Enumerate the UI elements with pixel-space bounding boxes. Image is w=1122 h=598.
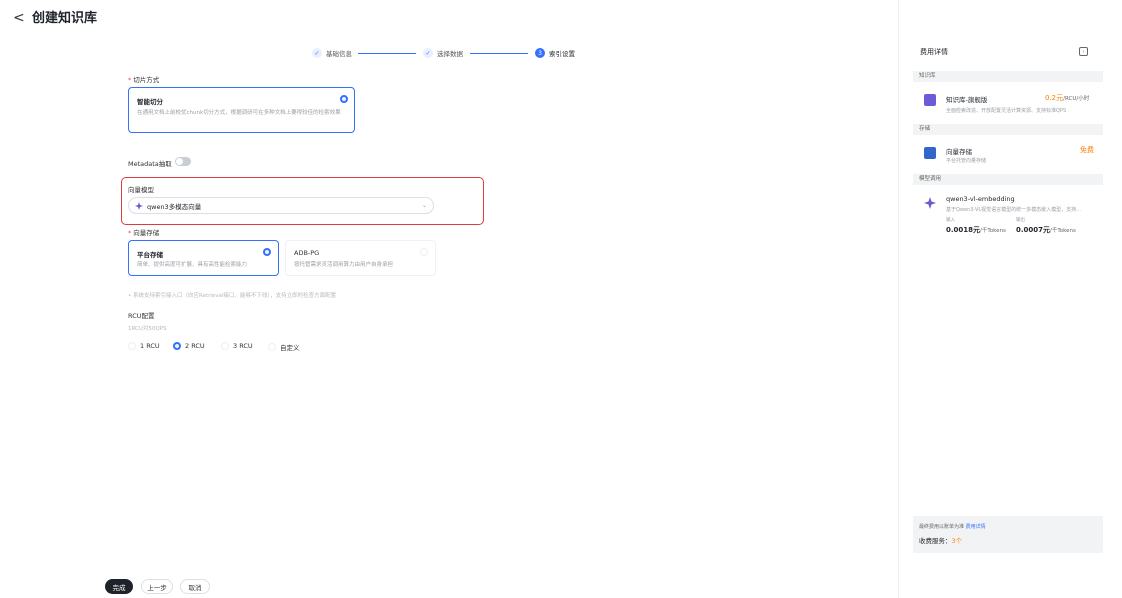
cost-details-link[interactable]: 费用详情 — [966, 524, 986, 530]
vector-store-option-desc: 按托管需求灵活调用算力由用户自身承担 — [294, 262, 394, 268]
metadata-toggle[interactable] — [175, 157, 191, 166]
step-basic-info: ✓ 基础信息 — [312, 48, 352, 58]
item-title: qwen3-vl-embedding — [946, 195, 1015, 203]
step-select-data: ✓ 选择数据 — [423, 48, 463, 58]
chevron-down-icon: ⌄ — [421, 202, 427, 209]
chunking-option-smart[interactable]: 智能切分 在通用文档上前校优chunk切分方式，根据调研可在多种文档上要得较佳的… — [128, 87, 355, 133]
radio-unselected-icon[interactable] — [221, 342, 229, 350]
vector-model-label: 向量模型 — [128, 186, 154, 194]
chunking-option-title: 智能切分 — [137, 98, 163, 106]
section-header-kb: 知识库 — [913, 71, 1103, 82]
item-desc: 平台托管向量存储 — [946, 158, 987, 164]
knowledge-base-icon — [924, 94, 936, 106]
step-label: 基础信息 — [326, 50, 352, 58]
cancel-button[interactable]: 取消 — [180, 579, 210, 594]
check-icon: ✓ — [312, 48, 322, 58]
item-title: 知识库-旗舰版 — [946, 96, 988, 104]
vector-store-option-platform[interactable]: 平台存储 简单、提供高度可扩展、具有高性能检索能力 — [128, 240, 279, 276]
price-input-label: 输入 — [946, 218, 955, 223]
metadata-label: Metadata抽取 — [128, 160, 172, 168]
model-icon — [924, 197, 936, 209]
radio-unselected-icon[interactable] — [128, 342, 136, 350]
vector-model-value: qwen3多模态向量 — [147, 202, 202, 211]
rcu-option-1[interactable]: 1 RCU — [128, 342, 160, 350]
step-number-icon: 3 — [535, 48, 545, 58]
step-label: 索引设置 — [549, 50, 575, 58]
step-connector — [470, 53, 528, 54]
item-desc: 全面检索改造、开放配置灵活计算资源、支持标准QPS — [946, 108, 1067, 114]
item-price: 0.2元/RCU/小时 — [1045, 94, 1090, 102]
step-label: 选择数据 — [437, 50, 463, 58]
price-input: 0.0018元/千Tokens — [946, 226, 1006, 234]
vector-store-label: * 向量存储 — [128, 229, 160, 237]
chunking-label: * 切片方式 — [128, 76, 160, 84]
section-header-model: 模型调用 — [913, 174, 1103, 185]
section-header-storage: 存储 — [913, 124, 1103, 135]
price-output-label: 输出 — [1016, 218, 1025, 223]
storage-icon — [924, 147, 936, 159]
page-title: 创建知识库 — [32, 11, 98, 26]
radio-unselected-icon[interactable] — [268, 343, 276, 351]
rcu-label: RCU配置 — [128, 312, 155, 320]
step-index-settings: 3 索引设置 — [535, 48, 575, 58]
rcu-desc: 1RCU对50QPS — [128, 326, 167, 332]
rcu-option-3[interactable]: 3 RCU — [221, 342, 253, 350]
item-title: 向量存储 — [946, 148, 972, 156]
item-desc: 基于Qwen3-VL视觉语言模型的统一多模态嵌入模型，支持... — [946, 207, 1081, 213]
collapse-panel-icon[interactable]: › — [1079, 47, 1088, 56]
rcu-option-custom[interactable]: 自定义 — [268, 342, 300, 352]
check-icon: ✓ — [423, 48, 433, 58]
summary-text: 最终费用以账单为准 费用详情 — [919, 524, 986, 530]
back-icon[interactable]: < — [13, 10, 25, 26]
radio-selected-icon[interactable] — [263, 248, 271, 256]
vector-store-option-title: ADB-PG — [294, 249, 320, 257]
vector-store-option-adbpg[interactable]: ADB-PG 按托管需求灵活调用算力由用户自身承担 — [285, 240, 436, 276]
price-output: 0.0007元/千Tokens — [1016, 226, 1076, 234]
vector-model-select[interactable]: qwen3多模态向量 ⌄ — [128, 197, 434, 214]
rcu-option-2[interactable]: 2 RCU — [173, 342, 205, 350]
step-connector — [358, 53, 416, 54]
services-count: 收费服务：3个 — [919, 537, 963, 545]
radio-selected-icon[interactable] — [173, 342, 181, 350]
radio-unselected-icon[interactable] — [420, 248, 428, 256]
panel-title: 费用详情 — [920, 48, 948, 56]
prev-button[interactable]: 上一步 — [141, 579, 173, 594]
cost-panel: 费用详情 › 知识库 知识库-旗舰版 0.2元/RCU/小时 全面检索改造、开放… — [898, 0, 1122, 598]
vector-store-option-title: 平台存储 — [137, 251, 163, 259]
finish-button[interactable]: 完成 — [105, 579, 133, 594]
vector-store-option-desc: 简单、提供高度可扩展、具有高性能检索能力 — [137, 262, 248, 268]
radio-selected-icon[interactable] — [340, 95, 348, 103]
item-price: 免费 — [1080, 146, 1094, 154]
chunking-option-desc: 在通用文档上前校优chunk切分方式，根据调研可在多种文档上要得较佳的检索效果 — [137, 110, 341, 116]
model-icon — [135, 201, 143, 210]
cost-summary: 最终费用以账单为准 费用详情 收费服务：3个 — [913, 516, 1103, 553]
vector-store-note: • 系统支持索引接入口（向应Retrieval接口、能够不下线），支持立即时检查… — [128, 293, 337, 299]
